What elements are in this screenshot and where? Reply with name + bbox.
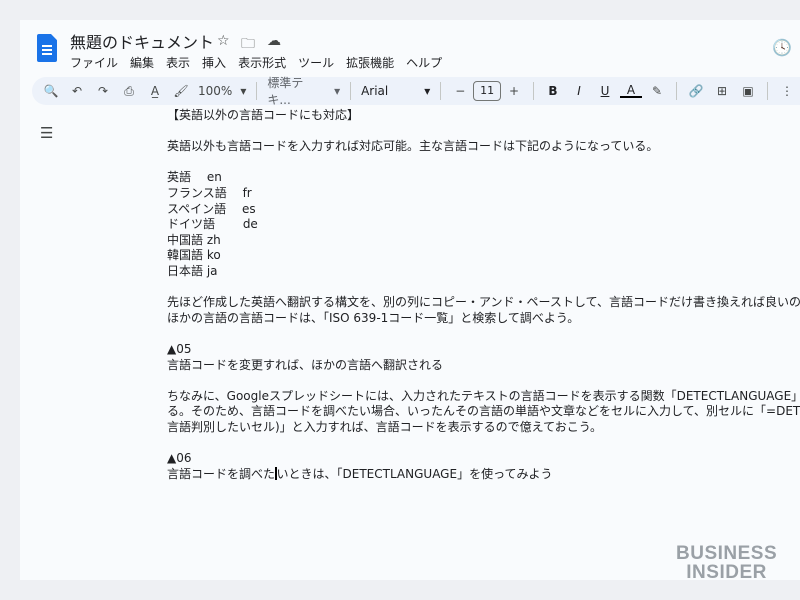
- text-line: スペイン語 es: [167, 201, 256, 216]
- text-color-icon[interactable]: A: [620, 84, 642, 98]
- last-line-after-cursor: いときは、「DETECTLANGUAGE」を使ってみよう: [276, 466, 553, 481]
- menu-tools[interactable]: ツール: [298, 53, 334, 72]
- text-line: ドイツ語 de: [167, 217, 258, 232]
- menu-insert[interactable]: 挿入: [202, 53, 226, 72]
- underline-icon[interactable]: U: [594, 84, 616, 98]
- text-line: 【英語以外の言語コードにも対応】: [167, 108, 360, 122]
- last-line-before-cursor: 言語コードを調べた: [167, 466, 276, 481]
- decrease-font-size-icon[interactable]: −: [449, 84, 471, 98]
- toolbar-divider: [533, 82, 534, 100]
- italic-icon[interactable]: I: [568, 84, 590, 98]
- document-lines: 【英語以外の言語コードにも対応】英語以外も言語コードを入力すれば対応可能。主な言…: [167, 108, 800, 467]
- text-line: 英語 en: [167, 170, 222, 185]
- text-line: ほかの言語の言語コードは、「ISO 639-1コード一覧」と検索して調べよう。: [167, 310, 580, 325]
- text-line: 韓国語 ko: [167, 248, 221, 263]
- add-comment-icon[interactable]: ⊞: [711, 84, 733, 98]
- text-line: ▲06: [167, 451, 192, 466]
- text-line: ▲05: [167, 341, 192, 356]
- business-insider-watermark: BUSINESS INSIDER: [676, 544, 777, 580]
- menu-file[interactable]: ファイル: [70, 53, 118, 72]
- menu-help[interactable]: ヘルプ: [406, 53, 442, 72]
- watermark-line-2: INSIDER: [686, 562, 767, 580]
- text-line: 言語判別したいセル)」と入力すれば、言語コードを表示するので億えておこう。: [167, 419, 603, 434]
- zoom-value: 100%: [198, 84, 233, 98]
- spellcheck-icon[interactable]: A̲: [144, 84, 166, 98]
- bold-icon[interactable]: B: [542, 84, 564, 98]
- menu-format[interactable]: 表示形式: [238, 53, 286, 72]
- document-title[interactable]: 無題のドキュメント: [70, 29, 214, 53]
- document-body[interactable]: 【英語以外の言語コードにも対応】英語以外も言語コードを入力すれば対応可能。主な言…: [167, 108, 800, 482]
- style-select[interactable]: 標準テキ... ▾: [263, 74, 344, 108]
- font-select[interactable]: Arial ▾: [357, 84, 434, 98]
- insert-image-icon[interactable]: ▣: [737, 84, 759, 98]
- more-options-icon[interactable]: ⋮: [776, 84, 798, 98]
- menu-edit[interactable]: 編集: [130, 53, 154, 72]
- watermark-line-1: BUSINESS: [676, 543, 778, 564]
- text-line: る。そのため、言語コードを調べたい場合、いったんその言語の単語や文章などをセルに…: [167, 404, 800, 419]
- last-line: 言語コードを調べた いときは、「DETECTLANGUAGE」を使ってみよう: [167, 466, 800, 483]
- search-menus-icon[interactable]: 🔍: [40, 84, 62, 98]
- toolbar-divider: [676, 82, 677, 100]
- chevron-down-icon: ▾: [424, 84, 431, 98]
- paint-format-icon[interactable]: 🖌: [170, 84, 192, 98]
- text-line: 先ほど作成した英語へ翻訳する構文を、別の列にコピー・アンド・ペーストして、言語コ…: [167, 295, 800, 310]
- toolbar: 🔍 ↶ ↷ ⎙ A̲ 🖌 100% ▾ 標準テキ... ▾ Arial ▾ − …: [32, 74, 800, 108]
- docs-window: 無題のドキュメント ☆ 🗀 ☁ ファイル 編集 表示 挿入 表示形式 ツール 拡…: [20, 20, 800, 580]
- insert-link-icon[interactable]: 🔗: [685, 84, 707, 98]
- text-line: 中国語 zh: [167, 232, 221, 247]
- menu-view[interactable]: 表示: [166, 53, 190, 72]
- print-icon[interactable]: ⎙: [118, 84, 140, 99]
- docs-logo-icon[interactable]: [37, 34, 57, 62]
- toolbar-divider: [350, 82, 352, 100]
- text-line: 英語以外も言語コードを入力すれば対応可能。主な言語コードは下記のようになっている…: [167, 139, 659, 154]
- text-line: 言語コードを変更すれば、ほかの言語へ翻訳される: [167, 357, 444, 372]
- font-size-input[interactable]: 11: [473, 81, 502, 101]
- text-line: ちなみに、Googleスプレッドシートには、入力されたテキストの言語コードを表示…: [167, 388, 800, 403]
- menu-bar: ファイル 編集 表示 挿入 表示形式 ツール 拡張機能 ヘルプ: [70, 53, 442, 72]
- chevron-down-icon: ▾: [334, 84, 341, 98]
- text-line: 日本語 ja: [167, 263, 218, 278]
- zoom-select[interactable]: 100% ▾: [194, 84, 250, 98]
- redo-icon[interactable]: ↷: [92, 84, 114, 98]
- font-value: Arial: [361, 84, 389, 98]
- menu-extensions[interactable]: 拡張機能: [346, 53, 394, 72]
- highlight-color-icon[interactable]: ✎: [646, 84, 668, 98]
- toolbar-divider: [440, 82, 442, 100]
- star-icon[interactable]: ☆: [217, 33, 230, 49]
- increase-font-size-icon[interactable]: +: [503, 84, 525, 98]
- undo-icon[interactable]: ↶: [66, 84, 88, 98]
- text-line: フランス語 fr: [167, 185, 252, 200]
- cloud-status-icon[interactable]: ☁: [267, 33, 281, 49]
- toolbar-divider: [256, 82, 258, 100]
- toolbar-divider: [766, 82, 768, 100]
- document-outline-icon[interactable]: ☰: [40, 124, 53, 142]
- style-value: 標準テキ...: [267, 76, 304, 107]
- chevron-down-icon: ▾: [240, 84, 247, 98]
- version-history-icon[interactable]: 🕓: [772, 38, 792, 57]
